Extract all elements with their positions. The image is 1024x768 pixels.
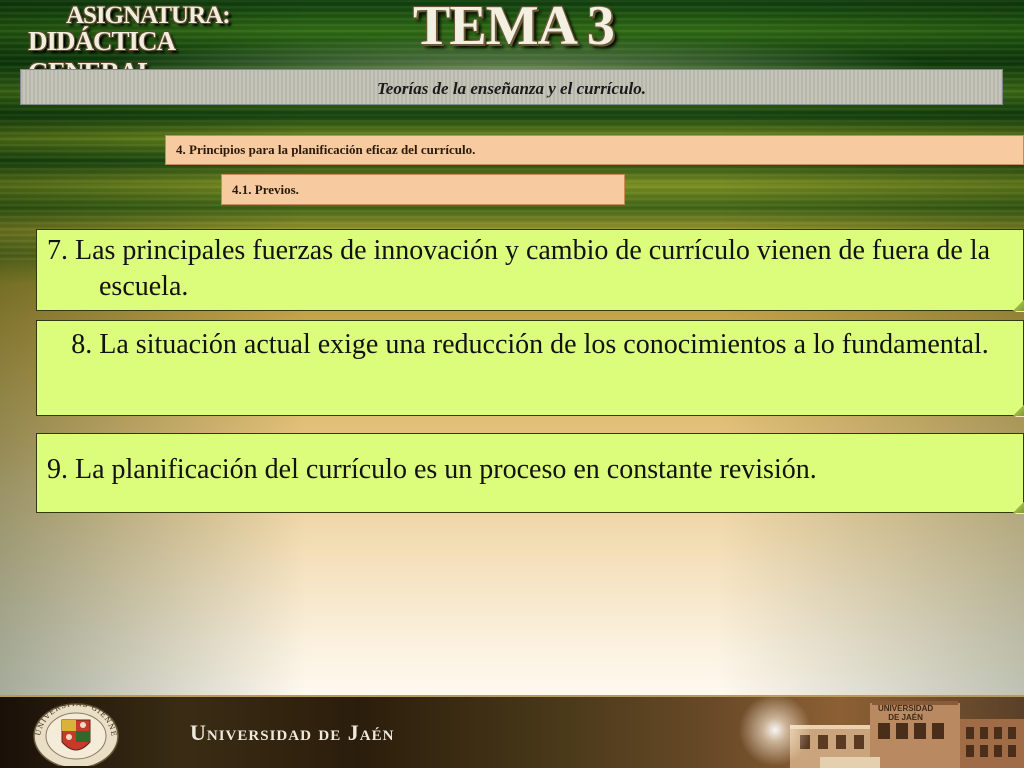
page-curl-shade: [1013, 502, 1024, 513]
principle-box-9: 9. La planificación del currículo es un …: [36, 433, 1024, 514]
page-curl-shade: [1013, 405, 1024, 416]
slide-subtitle: Teorías de la enseñanza y el currículo.: [20, 69, 1003, 105]
topic-title: TEMA 3: [413, 0, 615, 57]
page-curl-shade: [1013, 300, 1024, 311]
building-sign: UNIVERSIDAD DE JAÉN: [878, 704, 933, 722]
principle-box-8: 8. La situación actual exige una reducci…: [36, 320, 1024, 417]
light-flare: [730, 690, 820, 768]
slide: ASIGNATURA: DIDÁCTICA GENERAL TEMA 3 Teo…: [0, 0, 1024, 768]
section-heading: 4. Principios para la planificación efic…: [165, 135, 1024, 165]
principle-text-9: 9. La planificación del currículo es un …: [47, 454, 817, 485]
building-sign-line1: UNIVERSIDAD: [878, 704, 934, 713]
building-sign-line2: DE JAÉN: [888, 713, 923, 722]
principle-box-7: 7. Las principales fuerzas de innovación…: [36, 229, 1024, 312]
subsection-heading: 4.1. Previos.: [221, 174, 625, 205]
course-title: ASIGNATURA: DIDÁCTICA GENERAL: [28, 2, 278, 87]
principle-text-8: 8. La situación actual exige una reducci…: [71, 329, 989, 360]
university-name: Universidad de Jaén: [190, 720, 395, 745]
principle-text-7: 7. Las principales fuerzas de innovación…: [47, 235, 991, 302]
university-crest-icon: UNIVERSITAS GIENNENSIS: [26, 700, 119, 766]
